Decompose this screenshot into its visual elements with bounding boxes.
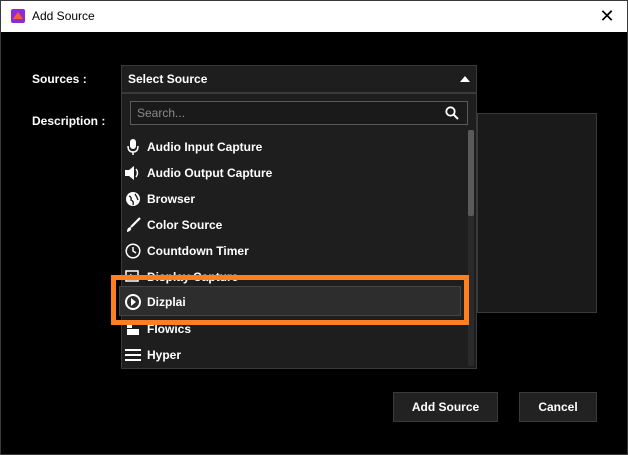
chevron-up-icon: [460, 76, 470, 82]
globe-icon: [124, 190, 142, 208]
list-item-label: Browser: [147, 192, 196, 206]
select-value: Select Source: [128, 72, 208, 86]
clock-icon: [124, 242, 142, 260]
brush-icon: [124, 216, 142, 234]
add-source-dialog: Add Source ✕ Sources : Description : Sel…: [0, 0, 628, 455]
list-item-color-source[interactable]: Color Source: [122, 212, 468, 238]
add-source-button[interactable]: Add Source: [393, 392, 498, 422]
list-item-label: Hyper: [147, 348, 182, 362]
list-item-browser[interactable]: Browser: [122, 186, 468, 212]
list-item-audio-output[interactable]: Audio Output Capture: [122, 160, 468, 186]
speaker-icon: [124, 164, 142, 182]
microphone-icon: [124, 138, 142, 156]
search-icon: [445, 106, 459, 120]
list-item-label: Audio Output Capture: [147, 166, 273, 180]
title-bar: Add Source ✕: [1, 1, 627, 32]
list-item-label: Color Source: [147, 218, 223, 232]
list-item-audio-input[interactable]: Audio Input Capture: [122, 134, 468, 160]
dropdown-scrollbar[interactable]: [468, 130, 474, 366]
app-logo-icon: [11, 9, 25, 23]
search-field[interactable]: [130, 101, 468, 125]
sources-label: Sources :: [32, 72, 87, 86]
close-button[interactable]: ✕: [587, 1, 627, 32]
list-item-countdown-timer[interactable]: Countdown Timer: [122, 238, 468, 264]
source-select[interactable]: Select Source: [121, 65, 477, 93]
window-title: Add Source: [32, 9, 95, 23]
list-item-hyper[interactable]: Hyper: [122, 342, 468, 368]
scroll-thumb[interactable]: [468, 130, 474, 216]
source-dropdown: Audio Input Capture Audio Output Capture…: [121, 93, 477, 369]
description-box[interactable]: [477, 113, 597, 313]
cancel-button[interactable]: Cancel: [519, 392, 597, 422]
list-item-label: Countdown Timer: [147, 244, 249, 258]
hamburger-icon: [124, 346, 142, 364]
highlight-frame: [111, 275, 469, 325]
description-label: Description :: [32, 114, 106, 128]
search-input[interactable]: [137, 105, 427, 121]
list-item-label: Audio Input Capture: [147, 140, 263, 154]
